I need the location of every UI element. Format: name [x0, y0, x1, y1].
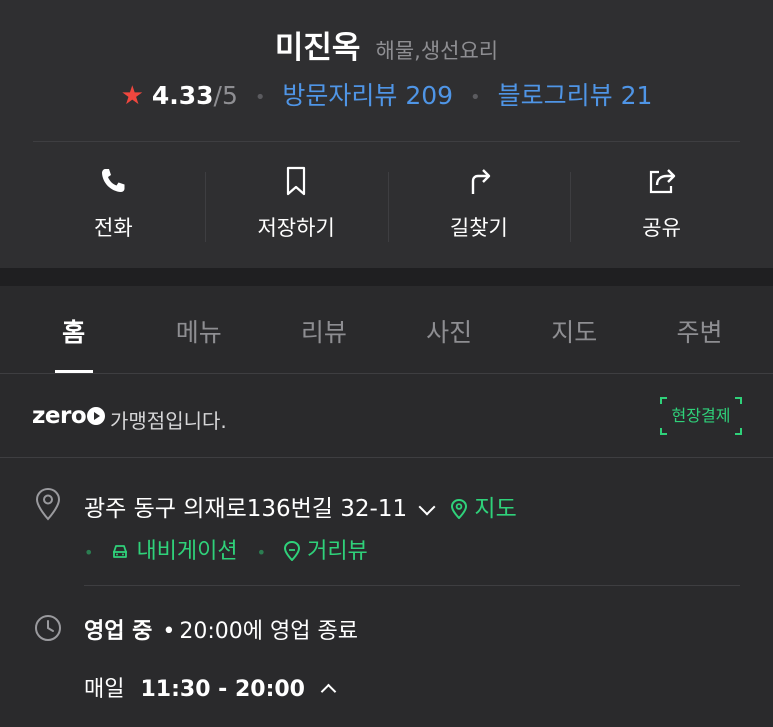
bookmark-icon: [287, 166, 306, 196]
map-link[interactable]: 지도: [450, 496, 517, 522]
directions-icon: [471, 169, 491, 194]
hours-time: 11:30 - 20:00: [140, 677, 305, 702]
place-name: 미진옥: [274, 30, 361, 66]
zeropay-logo: zero: [32, 403, 106, 429]
location-pin-icon: [35, 487, 61, 521]
tab-map[interactable]: 지도: [512, 286, 637, 373]
call-label: 전화: [94, 216, 133, 240]
separator-dot: •: [470, 86, 481, 108]
separator-dot: •: [162, 619, 176, 644]
address-row: 광주 동구 의재로136번길 32-11 지도: [84, 489, 517, 523]
streetview-link-label: 거리뷰: [307, 539, 368, 564]
navigation-link[interactable]: 내비게이션: [110, 539, 244, 564]
divider: [84, 585, 740, 586]
share-label: 공유: [642, 216, 681, 240]
rating-max: /5: [213, 81, 238, 110]
tab-menu[interactable]: 메뉴: [136, 286, 261, 373]
separator-dot: •: [84, 542, 94, 562]
tab-bar: 홈 메뉴 리뷰 사진 지도 주변: [0, 286, 773, 374]
tab-photo[interactable]: 사진: [387, 286, 512, 373]
car-icon: [113, 545, 128, 558]
chevron-down-icon[interactable]: [418, 498, 436, 516]
business-status: 영업 중: [84, 619, 153, 644]
hours-days: 매일: [84, 677, 125, 702]
share-icon: [649, 169, 675, 194]
directions-button[interactable]: 길찾기: [387, 142, 571, 268]
call-button[interactable]: 전화: [22, 142, 205, 268]
save-label: 저장하기: [257, 216, 335, 240]
zeropay-text: 가맹점입니다.: [110, 409, 227, 433]
business-status-row: 영업 중 • 20:00에 영업 종료: [84, 613, 358, 645]
place-header: 미진옥 해물,생선요리 ★ 4.33/5 • 방문자리뷰 209 • 블로그리뷰…: [0, 0, 773, 268]
map-pin-icon: [451, 499, 468, 519]
address-text: 광주 동구 의재로136번길 32-11: [84, 496, 408, 522]
map-link-label: 지도: [474, 496, 517, 522]
phone-icon: [102, 169, 125, 192]
action-bar: 전화 저장하기 길찾기 공유: [22, 142, 753, 268]
clock-icon: [35, 615, 61, 641]
separator-dot: •: [254, 86, 266, 108]
address-links-row: • 내비게이션 • 거리뷰: [84, 533, 368, 565]
closing-time: 20:00에 영업 종료: [179, 619, 358, 644]
section-gap: [0, 268, 773, 286]
navigation-link-label: 내비게이션: [136, 539, 238, 564]
pay-icon: [87, 407, 106, 425]
tab-review[interactable]: 리뷰: [261, 286, 386, 373]
info-section: 광주 동구 의재로136번길 32-11 지도 • 내비게이션 • 거리뷰 영업…: [0, 459, 773, 727]
rating-row: ★ 4.33/5 • 방문자리뷰 209 • 블로그리뷰 21: [0, 76, 773, 112]
chevron-up-icon[interactable]: [320, 683, 337, 699]
streetview-pin-icon: [284, 541, 301, 561]
zeropay-logo-text: zero: [32, 403, 87, 429]
place-category: 해물,생선요리: [375, 39, 499, 63]
tab-home[interactable]: 홈: [11, 286, 136, 373]
rating-score: 4.33: [151, 81, 214, 110]
onsite-payment-badge: 현장결제: [660, 397, 742, 435]
tab-nearby[interactable]: 주변: [637, 286, 762, 373]
zeropay-row: zero 가맹점입니다. 현장결제: [0, 375, 773, 458]
streetview-link[interactable]: 거리뷰: [283, 539, 368, 564]
directions-label: 길찾기: [449, 216, 508, 240]
onsite-payment-label: 현장결제: [671, 406, 731, 425]
share-button[interactable]: 공유: [570, 142, 753, 268]
star-icon: ★: [120, 81, 144, 111]
blog-reviews-link[interactable]: 블로그리뷰 21: [498, 81, 653, 110]
save-button[interactable]: 저장하기: [204, 142, 388, 268]
visitor-reviews-link[interactable]: 방문자리뷰 209: [282, 81, 453, 110]
business-hours-row[interactable]: 매일 11:30 - 20:00: [84, 671, 337, 703]
title-row: 미진옥 해물,생선요리: [0, 22, 773, 67]
separator-dot: •: [256, 542, 267, 562]
